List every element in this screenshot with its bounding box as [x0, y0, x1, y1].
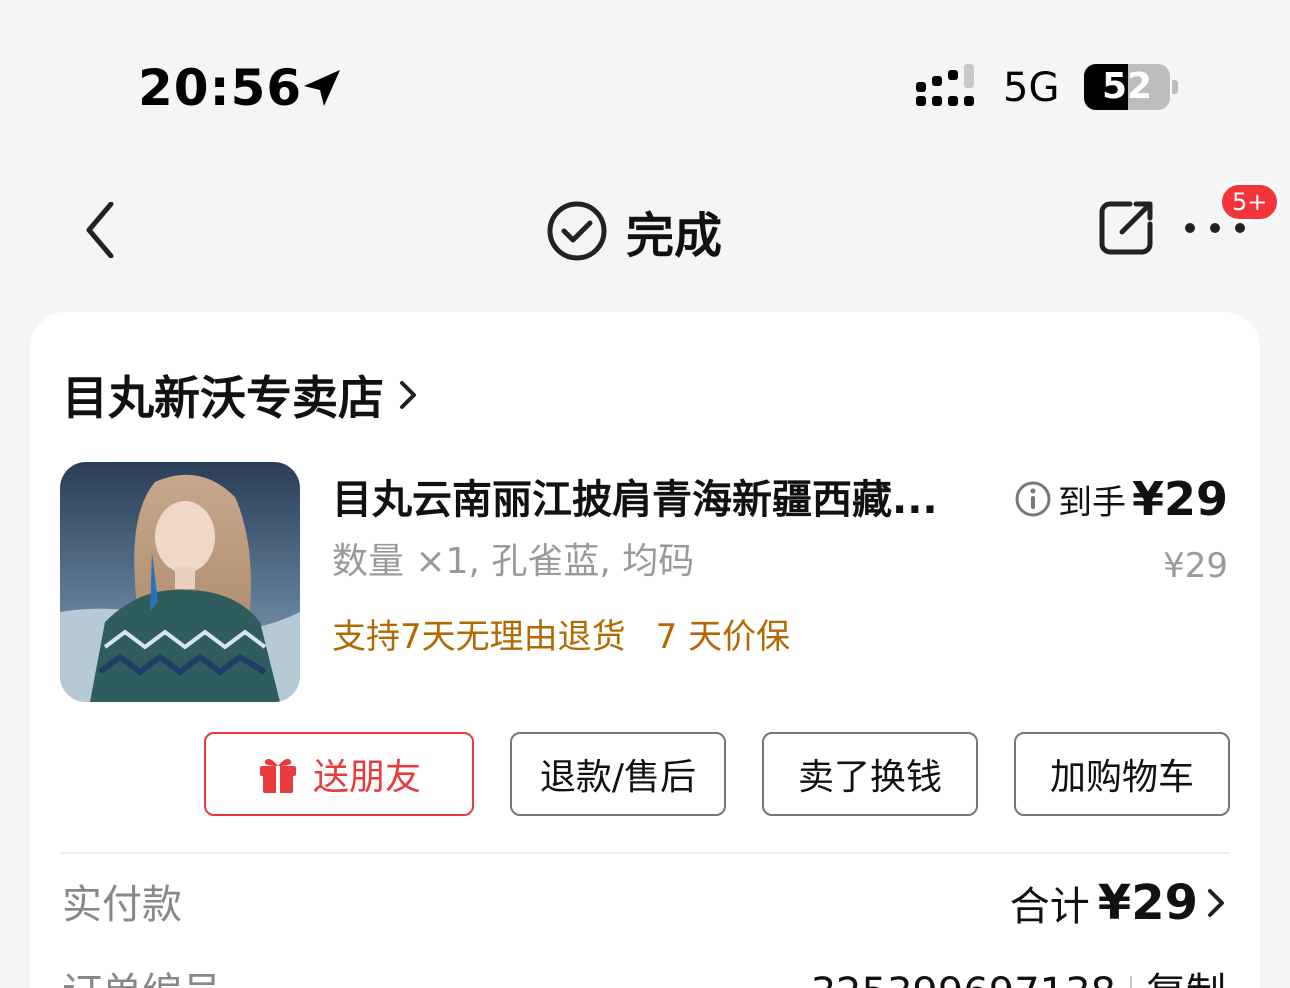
network-type: 5G: [1003, 65, 1060, 111]
gift-friend-button[interactable]: 送朋友: [204, 732, 474, 816]
location-arrow-icon: [304, 70, 340, 106]
copy-button[interactable]: 复制: [1146, 966, 1226, 988]
order-number-row: 325399697138 复制: [811, 966, 1226, 988]
price-protect-tag: 7 天价保: [655, 617, 791, 657]
product-title[interactable]: 目丸云南丽江披肩青海新疆西藏...: [332, 474, 972, 526]
back-button[interactable]: [70, 190, 130, 270]
battery-level: 52: [1101, 66, 1153, 107]
chevron-right-icon: [1208, 889, 1224, 917]
total-label: 合计: [1009, 884, 1090, 930]
final-price[interactable]: 到手 ¥29: [1014, 472, 1228, 526]
order-number-label: 订单编号: [62, 966, 222, 988]
price-label: 到手: [1057, 482, 1126, 523]
gift-friend-label: 送朋友: [312, 757, 421, 798]
add-to-cart-button[interactable]: 加购物车: [1014, 732, 1230, 816]
page-title-text: 完成: [626, 208, 723, 264]
order-number: 325399697138: [811, 966, 1116, 988]
price-value: ¥29: [1131, 472, 1228, 526]
return-policy-tag: 支持7天无理由退货: [332, 617, 626, 657]
original-price: ¥29: [1163, 546, 1228, 586]
total-link[interactable]: 合计 ¥29: [1010, 874, 1226, 932]
signal-icon: [916, 64, 974, 106]
notification-badge: 5+: [1219, 182, 1281, 222]
status-time: 20:56: [138, 59, 303, 117]
shop-name: 目丸新沃专卖店: [62, 371, 384, 425]
info-icon: [1015, 481, 1051, 517]
paid-label: 实付款: [62, 882, 182, 928]
sell-button[interactable]: 卖了换钱: [762, 732, 978, 816]
shop-link[interactable]: 目丸新沃专卖店: [62, 362, 418, 428]
separator: [1130, 976, 1132, 988]
battery-icon: 52: [1084, 64, 1170, 110]
page-title: 完成: [546, 198, 722, 264]
check-circle-icon: [547, 201, 607, 261]
product-spec: 数量 ×1, 孔雀蓝, 均码: [332, 541, 695, 582]
divider: [60, 852, 1230, 854]
order-card: 目丸新沃专卖店 目丸云南丽江披肩青海新疆西藏... 数量 ×1, 孔雀蓝, 均码: [30, 312, 1260, 988]
product-image[interactable]: [60, 462, 300, 702]
gift-icon: [259, 758, 296, 793]
total-value: ¥29: [1097, 875, 1198, 931]
refund-button[interactable]: 退款/售后: [510, 732, 726, 816]
share-icon[interactable]: [1096, 198, 1156, 258]
chevron-right-icon: [400, 381, 416, 409]
service-tags: 支持7天无理由退货 7 天价保: [332, 614, 790, 660]
battery-cap: [1172, 80, 1178, 94]
chevron-left-icon: [86, 202, 114, 258]
